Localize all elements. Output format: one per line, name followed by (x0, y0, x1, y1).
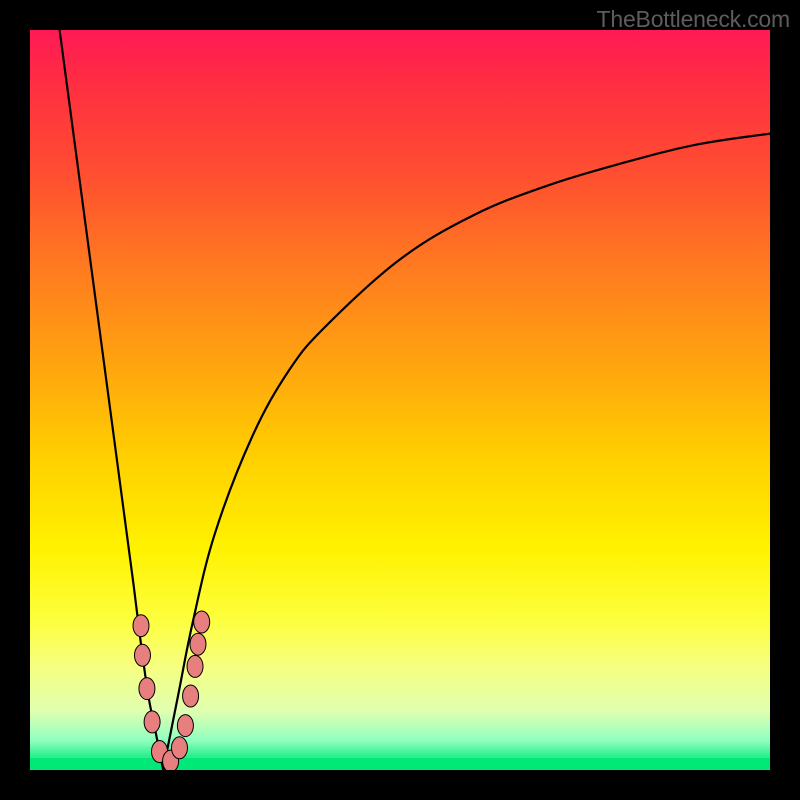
marker-dot (177, 715, 193, 737)
chart-frame: TheBottleneck.com (0, 0, 800, 800)
curve-layer (30, 30, 770, 770)
bottleneck-curve-right (163, 134, 770, 770)
marker-group (133, 611, 210, 770)
watermark-text: TheBottleneck.com (597, 6, 790, 33)
marker-dot (134, 644, 150, 666)
marker-dot (190, 633, 206, 655)
marker-dot (144, 711, 160, 733)
plot-area (30, 30, 770, 770)
marker-dot (183, 685, 199, 707)
marker-dot (187, 655, 203, 677)
marker-dot (171, 737, 187, 759)
marker-dot (194, 611, 210, 633)
marker-dot (133, 615, 149, 637)
marker-dot (139, 678, 155, 700)
